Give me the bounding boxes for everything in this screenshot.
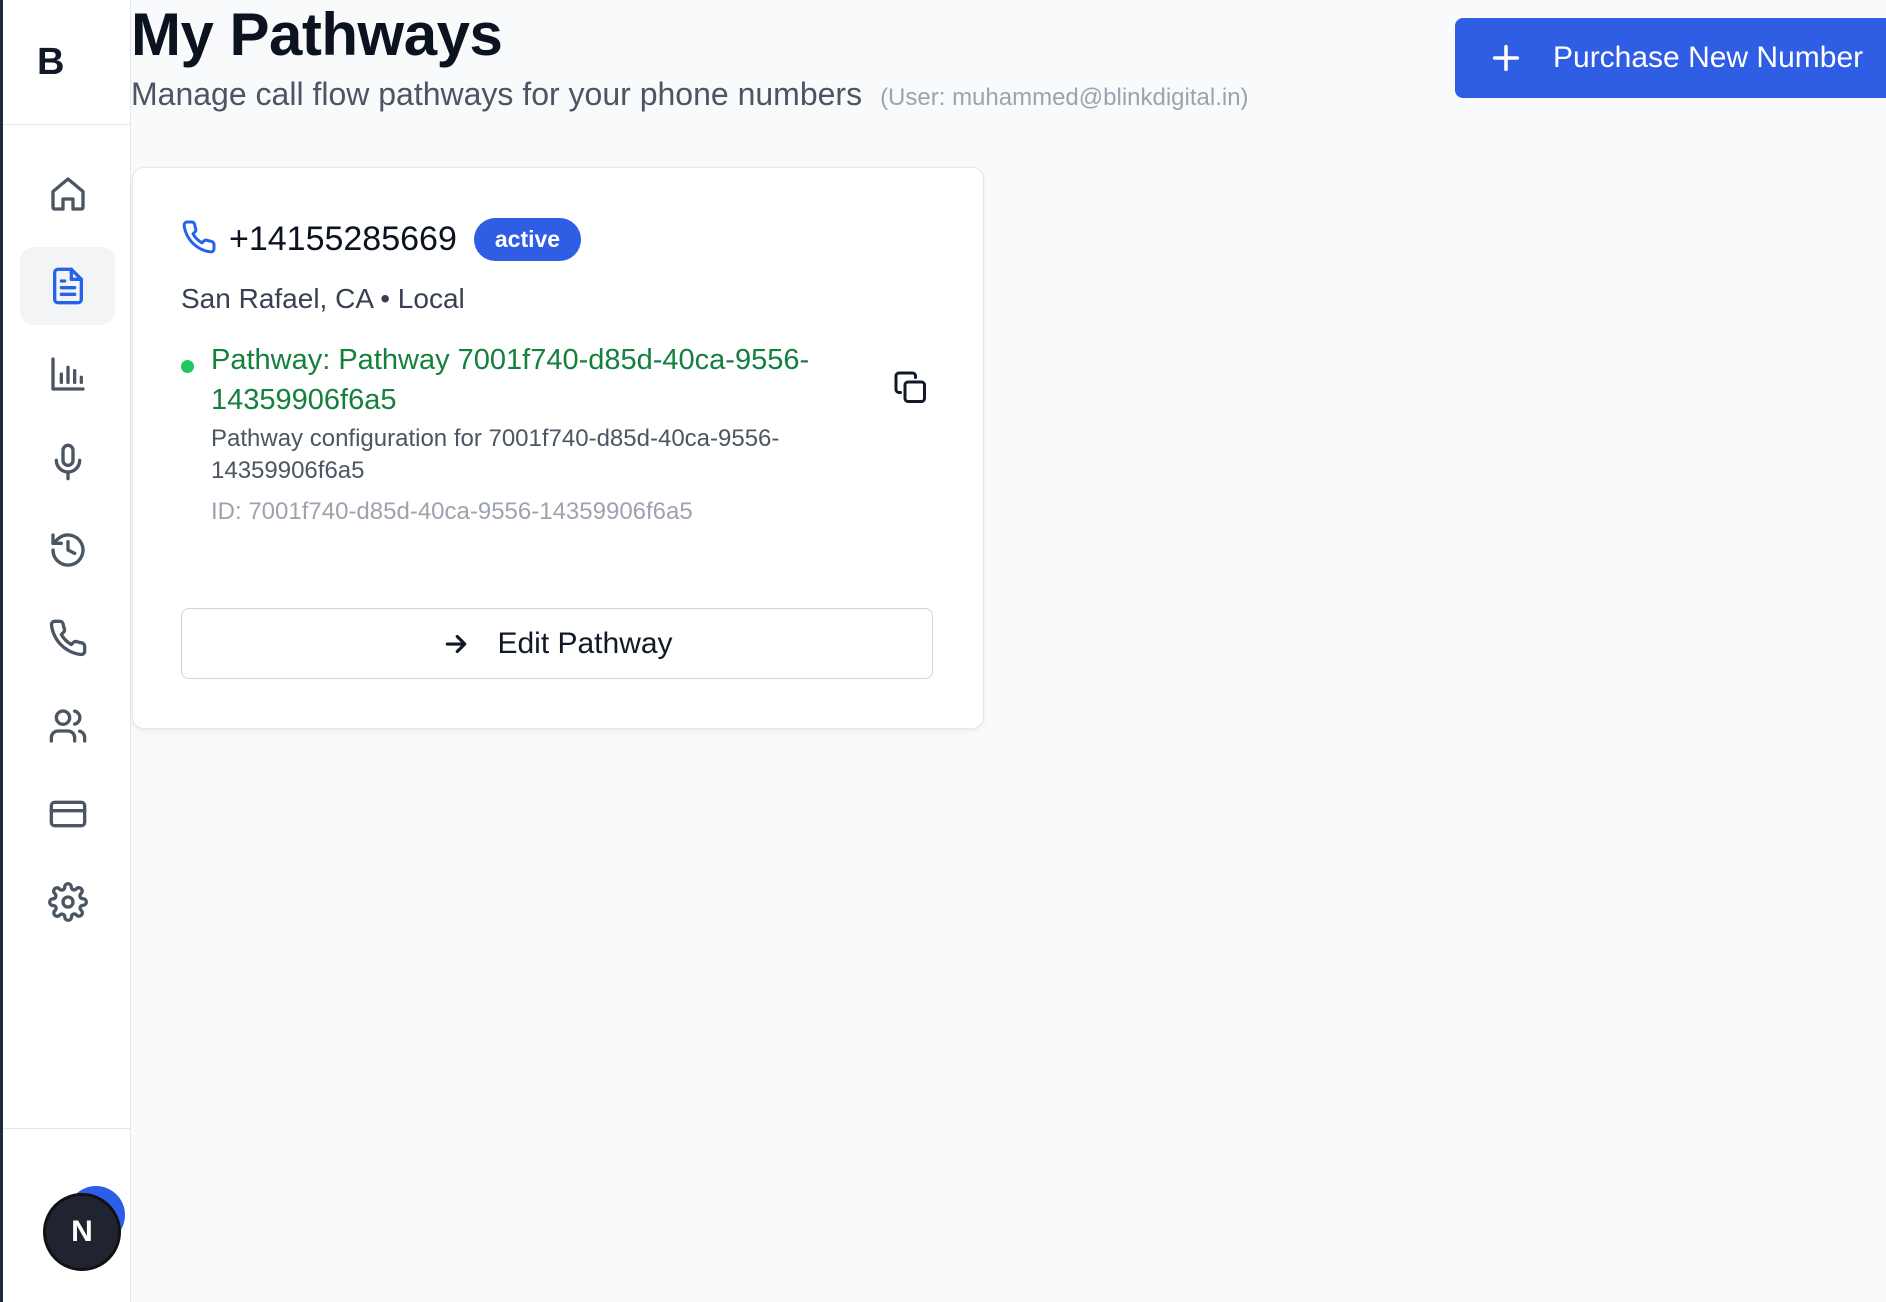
avatar[interactable]: N: [43, 1193, 121, 1271]
history-icon: [50, 533, 85, 567]
sidebar-item-phone[interactable]: [20, 599, 115, 677]
user-email-note: (User: muhammed@blinkdigital.in): [880, 84, 1249, 111]
phone-number-card: +14155285669 active San Rafael, CA • Loc…: [132, 167, 984, 729]
status-dot: [181, 360, 194, 373]
users-icon: [49, 709, 86, 743]
sidebar-item-analytics[interactable]: [20, 335, 115, 413]
page-title: My Pathways: [131, 1, 503, 68]
page-subtitle-row: Manage call flow pathways for your phone…: [131, 76, 1249, 113]
pathway-description: Pathway configuration for 7001f740-d85d-…: [211, 425, 780, 484]
sidebar-item-home[interactable]: [20, 155, 115, 233]
page-subtitle: Manage call flow pathways for your phone…: [131, 76, 863, 112]
purchase-button-label: Purchase New Number: [1553, 41, 1864, 74]
phone-icon: [49, 619, 86, 657]
sidebar-item-voice[interactable]: [20, 423, 115, 501]
sidebar-item-billing[interactable]: [20, 775, 115, 853]
status-badge: active: [473, 218, 582, 261]
phone-number: +14155285669: [229, 220, 457, 258]
sidebar-item-pathways[interactable]: [20, 247, 115, 325]
credit-card-icon: [49, 800, 86, 828]
app-root: B N My Pathways Manage call flow pathway…: [0, 0, 1886, 1302]
gear-icon: [47, 882, 88, 922]
purchase-new-number-button[interactable]: Purchase New Number: [1455, 18, 1886, 98]
phone-icon: [181, 219, 217, 260]
copy-button[interactable]: [893, 370, 933, 410]
sidebar-footer: N: [3, 1128, 131, 1302]
pathway-name[interactable]: Pathway: Pathway 7001f740-d85d-40ca-9556…: [211, 340, 871, 420]
document-icon: [52, 267, 83, 305]
edit-pathway-label: Edit Pathway: [497, 626, 673, 660]
sidebar-item-history[interactable]: [20, 511, 115, 589]
sidebar: B N: [0, 0, 131, 1302]
bar-chart-icon: [50, 357, 85, 391]
logo-area: B: [3, 0, 130, 125]
plus-icon: [1492, 44, 1520, 72]
arrow-right-icon: [446, 634, 467, 653]
copy-icon: [894, 371, 926, 403]
edit-pathway-button[interactable]: Edit Pathway: [181, 608, 933, 679]
microphone-icon: [54, 443, 81, 481]
number-location: San Rafael, CA • Local: [181, 283, 465, 314]
logo[interactable]: B: [37, 41, 64, 84]
pathway-id: ID: 7001f740-d85d-40ca-9556-14359906f6a5: [211, 498, 693, 525]
home-icon: [50, 177, 85, 211]
card-header: +14155285669 active: [181, 218, 582, 261]
sidebar-item-users[interactable]: [20, 687, 115, 765]
sidebar-item-settings[interactable]: [20, 863, 115, 941]
